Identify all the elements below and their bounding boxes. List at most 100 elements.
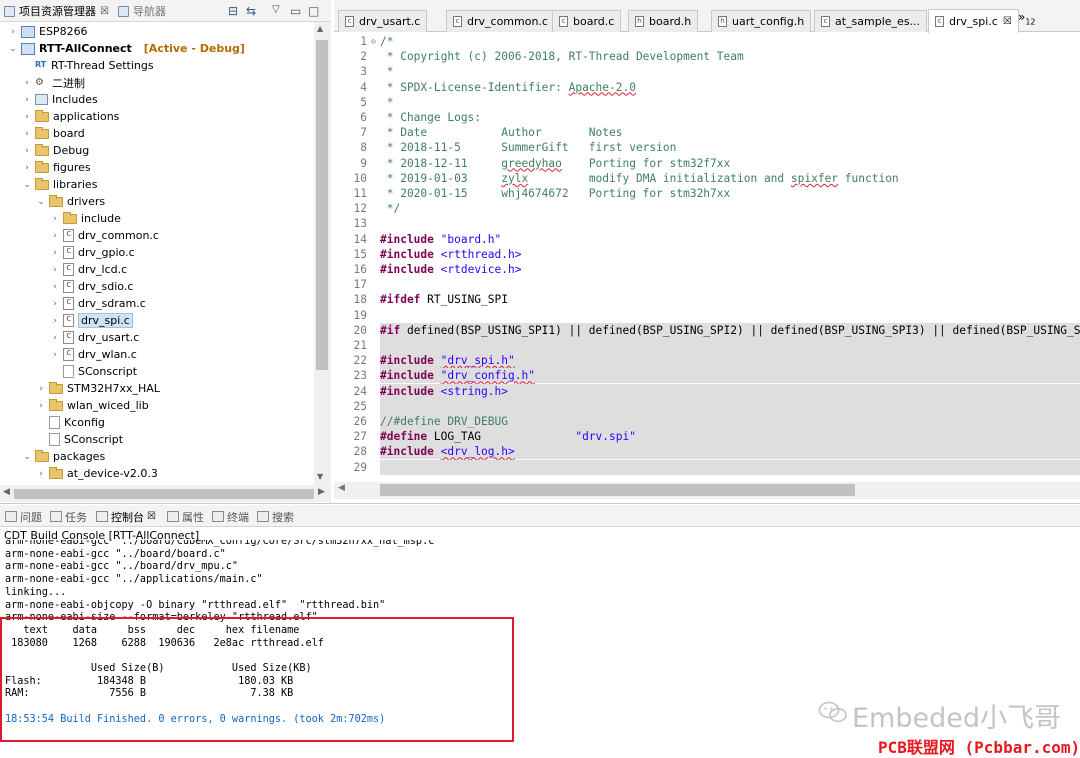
editor-tab[interactable]: c drv_common.c [446,10,555,32]
code-token: * 2019-01-03 [380,171,502,185]
tree-item[interactable]: › drv_wlan.c [50,346,137,363]
collapse-chevron-icon[interactable]: › [8,27,18,37]
code-line: 23 #include "drv_config.h" [334,368,1080,384]
tree-item-label: wlan_wiced_lib [67,399,149,412]
tab-navigator[interactable]: 导航器 [118,2,166,20]
editor-overflow-button[interactable]: »12 [1018,10,1036,26]
line-number: 23 [334,368,370,384]
editor-tab[interactable]: c at_sample_es... [814,10,928,32]
properties-icon [167,511,179,522]
tree-item[interactable]: › include [50,210,121,227]
explorer-scroll-thumb[interactable] [316,40,328,370]
collapse-chevron-icon[interactable]: › [36,469,46,479]
code-area[interactable]: 1 ⊖/* 2 * Copyright (c) 2006-2018, RT-Thre… [334,32,1080,482]
tree-item[interactable]: › at_device-v2.0.3 [36,465,158,482]
bottom-tab[interactable]: 终端 [212,508,249,525]
collapse-chevron-icon[interactable]: › [50,316,60,326]
tree-item[interactable]: › Includes [22,91,98,108]
project-explorer-icon [4,5,15,17]
collapse-chevron-icon[interactable]: › [50,299,60,309]
collapse-chevron-icon[interactable]: › [50,214,60,224]
link-with-editor-icon[interactable]: ⇆ [246,4,256,18]
tree-item[interactable]: SConscript [36,431,123,448]
tree-item[interactable]: › drv_common.c [50,227,159,244]
view-menu-icon[interactable]: ▽ [272,4,280,15]
bottom-tab[interactable]: 问题 [5,508,42,525]
code-line: 26 //#define DRV_DEBUG [334,414,1080,429]
tree-item[interactable]: RT RT-Thread Settings [22,57,154,74]
tree-item[interactable]: › drv_sdio.c [50,278,133,295]
project-icon [21,42,35,55]
minimize-icon[interactable]: ▭ [290,4,301,18]
tree-item[interactable]: › ⚙ 二进制 [22,74,85,91]
code-token: #include [380,384,434,398]
collapse-chevron-icon[interactable]: › [22,78,32,88]
tree-item[interactable]: SConscript [50,363,137,380]
bottom-tab[interactable]: 搜索 [257,508,294,525]
editor-tab[interactable]: h uart_config.h [711,10,812,32]
collapse-chevron-icon[interactable]: › [50,350,60,360]
tree-item[interactable]: ⌄ drivers [36,193,105,210]
editor-tab[interactable]: c board.c [552,10,622,32]
editor-tab[interactable]: c drv_spi.c ☒ [928,9,1019,33]
tree-item[interactable]: › wlan_wiced_lib [36,397,149,414]
editor-tab[interactable]: h board.h [628,10,699,32]
tab-project-explorer[interactable]: 项目资源管理器 ☒ [4,2,109,20]
fold-marker-icon[interactable]: ⊖ [371,34,376,49]
tree-item[interactable]: › drv_sdram.c [50,295,146,312]
collapse-chevron-icon[interactable]: › [22,112,32,122]
collapse-chevron-icon[interactable]: › [22,95,32,105]
collapse-chevron-icon[interactable]: › [22,146,32,156]
line-number: 15 [353,247,367,261]
tree-item[interactable]: › drv_spi.c [50,312,133,329]
close-icon[interactable]: ☒ [100,6,109,17]
tree-item[interactable]: › applications [22,108,119,125]
tree-item[interactable]: › Debug [22,142,89,159]
scroll-up-icon[interactable]: ▲ [317,24,323,33]
collapse-chevron-icon[interactable]: › [50,231,60,241]
collapse-chevron-icon[interactable]: › [36,401,46,411]
expand-chevron-icon[interactable]: ⌄ [22,180,32,190]
expand-chevron-icon[interactable]: ⌄ [8,44,18,54]
tree-item[interactable]: ⌄ RTT-AllConnect [Active - Debug] [8,40,245,57]
bottom-tab[interactable]: 属性 [167,508,204,525]
collapse-all-icon[interactable]: ⊟ [228,4,238,18]
collapse-chevron-icon[interactable]: › [22,163,32,173]
collapse-chevron-icon[interactable]: › [50,265,60,275]
code-token: #ifdef [380,293,421,307]
scroll-right-icon[interactable]: ▶ [318,487,325,497]
tree-item[interactable]: › drv_usart.c [50,329,139,346]
tree-item[interactable]: › drv_gpio.c [50,244,135,261]
editor-tab[interactable]: c drv_usart.c [338,10,428,32]
bottom-tab[interactable]: 控制台 ☒ [96,508,156,525]
expand-chevron-icon[interactable]: ⌄ [36,197,46,207]
c-file-icon [63,348,74,361]
close-icon[interactable]: ☒ [1003,16,1012,27]
scroll-left-icon[interactable]: ◀ [3,487,10,497]
collapse-chevron-icon[interactable]: › [50,248,60,258]
maximize-icon[interactable]: □ [308,4,319,18]
collapse-chevron-icon[interactable]: › [50,333,60,343]
tree-item[interactable]: › figures [22,159,91,176]
tree-item[interactable]: Kconfig [36,414,105,431]
collapse-chevron-icon[interactable]: › [22,129,32,139]
scroll-left-icon[interactable]: ◀ [338,483,345,493]
collapse-chevron-icon[interactable]: › [36,384,46,394]
scroll-down-icon[interactable]: ▼ [317,472,323,481]
search-icon [257,511,269,522]
close-icon[interactable]: ☒ [147,511,156,522]
tree-item[interactable]: › board [22,125,85,142]
expand-chevron-icon[interactable]: ⌄ [22,452,32,462]
code-line: 27 #define LOG_TAG "drv.spi" [334,429,1080,445]
tree-item[interactable]: › STM32H7xx_HAL [36,380,160,397]
explorer-hscroll-thumb[interactable] [14,489,314,499]
tree-item[interactable]: ⌄ packages [22,448,105,465]
editor-hscroll-thumb[interactable] [380,484,855,496]
code-text: #ifdef RT_USING_SPI [380,292,508,307]
folder-icon [49,398,63,411]
tree-item[interactable]: ⌄ libraries [22,176,97,193]
tree-item[interactable]: › ESP8266 [8,23,87,40]
bottom-tab[interactable]: 任务 [50,508,87,525]
collapse-chevron-icon[interactable]: › [50,282,60,292]
tree-item[interactable]: › drv_lcd.c [50,261,127,278]
